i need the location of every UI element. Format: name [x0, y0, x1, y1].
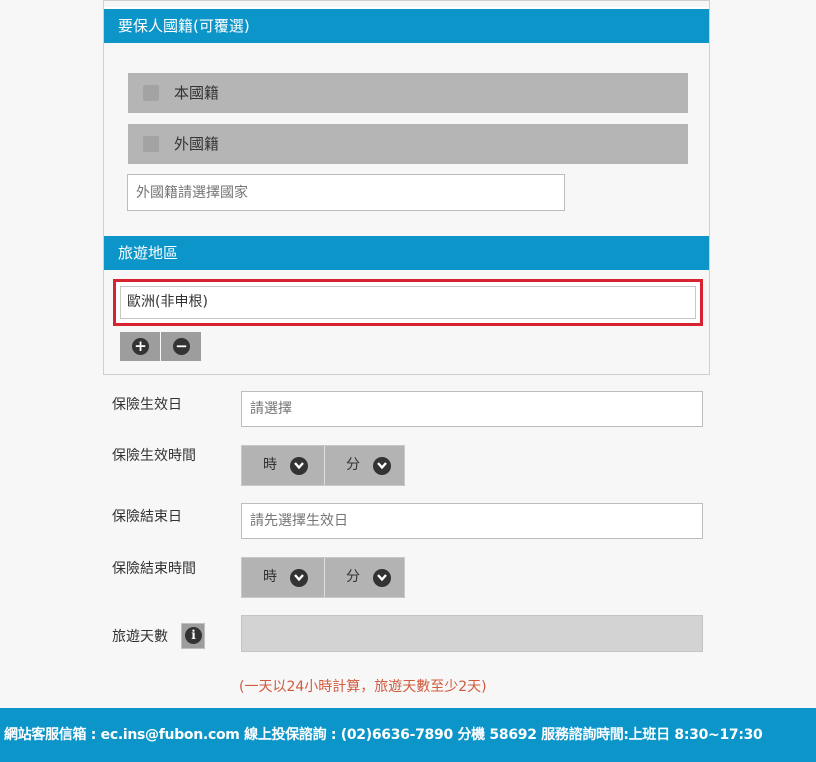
- start-hour-select[interactable]: 時: [242, 446, 323, 485]
- chevron-down-icon: [290, 457, 308, 475]
- plus-circle-icon: +: [132, 338, 149, 355]
- travel-days-label: 旅遊天數: [112, 629, 168, 645]
- end-time-label: 保險結束時間: [112, 561, 196, 577]
- end-date-input[interactable]: [241, 503, 703, 539]
- start-minute-select[interactable]: 分: [324, 446, 406, 485]
- remove-region-button[interactable]: −: [161, 332, 201, 361]
- end-minute-label: 分: [346, 569, 360, 585]
- end-date-label: 保險結束日: [112, 509, 182, 525]
- start-date-label: 保險生效日: [112, 397, 182, 413]
- end-time-select: 時 分: [241, 557, 405, 598]
- region-selected-value: 歐洲(非申根): [120, 286, 696, 319]
- minus-circle-icon: −: [173, 338, 190, 355]
- info-icon: i: [185, 627, 202, 644]
- region-select[interactable]: 歐洲(非申根): [113, 279, 703, 326]
- region-panel: 旅遊地區 歐洲(非申根) + −: [103, 236, 710, 375]
- start-hour-label: 時: [263, 457, 277, 473]
- nationality-option-local[interactable]: 本國籍: [128, 73, 688, 113]
- nationality-header: 要保人國籍(可覆選): [104, 7, 709, 43]
- end-minute-select[interactable]: 分: [324, 558, 406, 597]
- nationality-panel: 要保人國籍(可覆選) 本國籍 外國籍: [103, 0, 710, 236]
- travel-days-note: (一天以24小時計算，旅遊天數至少2天): [239, 679, 487, 695]
- info-button[interactable]: i: [181, 623, 205, 649]
- end-hour-select[interactable]: 時: [242, 558, 323, 597]
- foreign-country-input[interactable]: [127, 174, 565, 211]
- local-label: 本國籍: [174, 84, 220, 102]
- footer-contact-bar: 網站客服信箱 : ec.ins@fubon.com 線上投保諮詢 : (02)6…: [0, 708, 816, 762]
- start-time-select: 時 分: [241, 445, 405, 486]
- add-region-button[interactable]: +: [120, 332, 160, 361]
- travel-days-field: [241, 615, 703, 652]
- local-checkbox[interactable]: [143, 85, 159, 101]
- chevron-down-icon: [290, 569, 308, 587]
- foreign-label: 外國籍: [174, 135, 220, 153]
- start-time-label: 保險生效時間: [112, 448, 196, 464]
- chevron-down-icon: [373, 569, 391, 587]
- chevron-down-icon: [373, 457, 391, 475]
- nationality-option-foreign[interactable]: 外國籍: [128, 124, 688, 164]
- start-minute-label: 分: [346, 457, 360, 473]
- foreign-checkbox[interactable]: [143, 136, 159, 152]
- end-hour-label: 時: [263, 569, 277, 585]
- start-date-input[interactable]: [241, 391, 703, 427]
- region-header: 旅遊地區: [104, 236, 709, 270]
